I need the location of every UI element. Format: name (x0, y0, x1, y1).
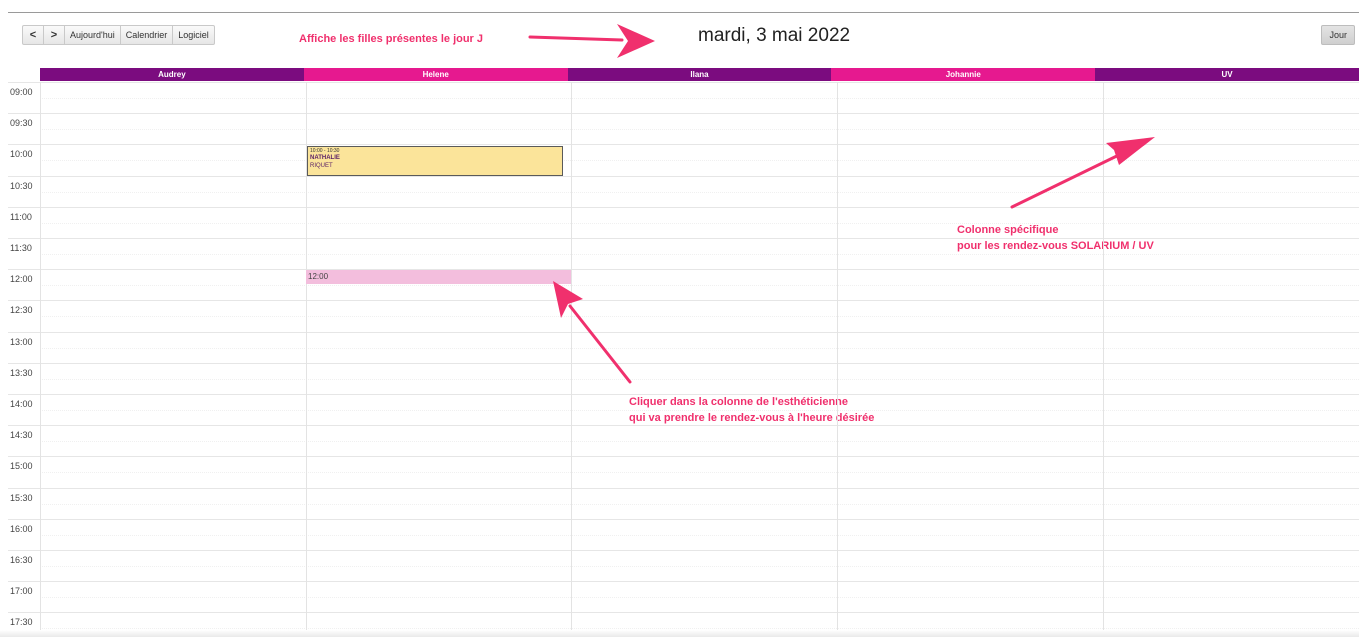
time-slot-row[interactable]: 13:30 (8, 362, 1359, 395)
time-slot-row[interactable]: 11:00 (8, 206, 1359, 239)
half-slot-divider (40, 285, 1359, 287)
time-label: 12:00 (10, 274, 33, 285)
time-slot-row[interactable]: 16:30 (8, 550, 1359, 582)
arrow-to-date-icon (528, 24, 655, 58)
column-divider (837, 82, 838, 637)
software-button[interactable]: Logiciel (172, 25, 215, 45)
page-title: mardi, 3 mai 2022 (698, 25, 851, 46)
time-slot-row[interactable]: 15:30 (8, 487, 1359, 520)
time-label: 17:00 (10, 586, 33, 597)
column-header-johannie[interactable]: Johannie (831, 68, 1096, 81)
time-label: 10:30 (10, 180, 33, 191)
half-slot-divider (40, 191, 1359, 193)
time-label: 17:30 (10, 617, 33, 628)
half-slot-divider (40, 129, 1359, 131)
time-slot-row[interactable]: 13:00 (8, 331, 1359, 364)
half-slot-divider (40, 98, 1359, 99)
event-client-first-name: NATHALIE (310, 155, 340, 161)
column-header-helene[interactable]: Helene (303, 68, 568, 81)
time-slot-row[interactable]: 11:30 (8, 238, 1359, 270)
half-slot-divider (40, 534, 1359, 536)
time-label: 09:00 (10, 87, 33, 97)
half-slot-divider (40, 441, 1359, 443)
column-divider (571, 82, 572, 637)
time-slot-row[interactable]: 12:30 (8, 300, 1359, 332)
column-header-audrey[interactable]: Audrey (40, 68, 304, 81)
top-divider (8, 12, 1359, 13)
time-label: 15:00 (10, 461, 33, 472)
half-slot-divider (40, 566, 1359, 567)
column-header-ilana[interactable]: Ilana (567, 68, 832, 81)
next-day-button[interactable]: > (43, 25, 65, 45)
time-label: 13:00 (10, 336, 33, 347)
time-label: 11:00 (10, 211, 32, 222)
time-label: 09:30 (10, 118, 33, 129)
day-time-grid[interactable]: 17:30 17:00 16:30 16:00 15:30 15:00 14:30 14:00… (8, 82, 1359, 637)
half-slot-divider (40, 254, 1359, 255)
annotation-top: Affiche les filles présentes le jour J (299, 33, 484, 45)
time-slot-row[interactable]: 15:00 (8, 456, 1359, 488)
time-slot-row[interactable]: 09:00 (8, 82, 1359, 114)
resource-header-row: Audrey Helene Ilana Johannie UV (40, 68, 1359, 81)
time-slot-row[interactable]: 16:00 (8, 518, 1359, 551)
bottom-shadow (0, 630, 1359, 637)
today-button[interactable]: Aujourd'hui (64, 25, 121, 45)
time-label: 16:00 (10, 523, 33, 534)
time-slot-row[interactable]: 14:00 (8, 394, 1359, 426)
half-slot-divider (40, 160, 1359, 162)
time-slot-row[interactable]: 14:30 (8, 425, 1359, 457)
time-label: 11:30 (10, 243, 32, 253)
calendar-button[interactable]: Calendrier (119, 25, 174, 45)
time-label: 15:30 (10, 492, 33, 503)
time-label: 10:00 (10, 149, 33, 160)
time-slot-row[interactable]: 12:00 (8, 269, 1359, 301)
half-slot-divider (40, 378, 1359, 380)
time-label: 14:00 (10, 399, 33, 409)
column-divider (40, 82, 41, 637)
day-view-button[interactable]: Jour (1321, 25, 1355, 45)
time-slot-row[interactable]: 10:00 (8, 144, 1359, 176)
time-label: 12:30 (10, 305, 33, 316)
half-slot-divider (40, 347, 1359, 349)
time-label: 14:30 (10, 430, 33, 441)
time-label: 16:30 (10, 555, 33, 565)
half-slot-divider (40, 222, 1359, 224)
time-slot-row[interactable]: 17:00 (8, 581, 1359, 613)
time-slot-row[interactable]: 09:30 (8, 113, 1359, 145)
prev-day-button[interactable]: < (22, 25, 44, 45)
half-slot-divider (40, 472, 1359, 474)
appointment-event[interactable]: 10:00 - 10:30 NATHALIE RIQUET (307, 146, 563, 176)
half-slot-divider (40, 410, 1359, 411)
selected-time-slot[interactable]: 12:00 (306, 270, 571, 284)
time-label: 13:30 (10, 367, 33, 378)
time-slot-row[interactable]: 10:30 (8, 175, 1359, 208)
column-divider (1103, 82, 1104, 637)
half-slot-divider (40, 503, 1359, 505)
half-slot-divider (40, 316, 1359, 318)
half-slot-divider (40, 597, 1359, 599)
navigation-toolbar: < > Aujourd'hui Calendrier Logiciel (22, 25, 215, 45)
column-header-uv[interactable]: UV (1095, 68, 1359, 81)
event-client-last-name: RIQUET (310, 163, 333, 169)
